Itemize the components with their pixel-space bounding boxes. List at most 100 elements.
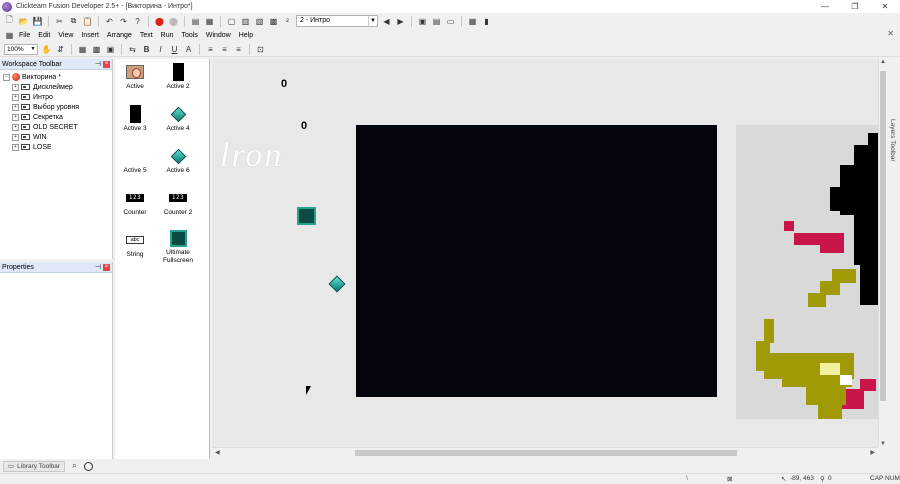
save-icon[interactable]: 💾: [32, 16, 43, 27]
menu-text[interactable]: Text: [136, 32, 157, 39]
lock-objects-icon[interactable]: ▤: [431, 16, 442, 27]
tree-root-application[interactable]: − Викторина *: [0, 72, 112, 82]
undo-icon[interactable]: ↶: [104, 16, 115, 27]
tree-frame-item[interactable]: + LOSE: [0, 142, 112, 152]
counter-2-object[interactable]: 0: [301, 120, 307, 132]
close-button[interactable]: ✕: [870, 0, 900, 13]
hand-tool-icon[interactable]: ✋: [41, 44, 52, 55]
clock-icon[interactable]: [84, 461, 94, 471]
tree-frame-item[interactable]: + Секретка: [0, 112, 112, 122]
horizontal-scroll-thumb[interactable]: [355, 450, 737, 456]
object-item[interactable]: abc String: [113, 231, 157, 259]
maximize-button[interactable]: ❐: [840, 0, 870, 13]
menu-help[interactable]: Help: [235, 32, 257, 39]
vertical-scrollbar[interactable]: ▲ ▼: [878, 59, 886, 447]
background-icon[interactable]: ▣: [105, 44, 116, 55]
copy-icon[interactable]: ⧉: [68, 16, 79, 27]
object-item[interactable]: Active 5: [113, 147, 157, 175]
grid-icon[interactable]: ▩: [268, 16, 279, 27]
document-close-button[interactable]: ✕: [887, 29, 894, 38]
frame-editor[interactable]: 0 0 lron: [212, 59, 886, 447]
menu-window[interactable]: Window: [202, 32, 235, 39]
menu-file[interactable]: File: [15, 32, 34, 39]
expand-icon[interactable]: +: [12, 113, 19, 121]
expand-icon[interactable]: +: [12, 133, 19, 141]
expand-icon[interactable]: +: [12, 143, 19, 151]
object-item[interactable]: Active 6: [156, 147, 200, 175]
object-item[interactable]: Active 4: [156, 105, 200, 133]
expand-icon[interactable]: +: [12, 123, 19, 131]
properties-icon[interactable]: ▦: [467, 16, 478, 27]
pin-icon[interactable]: ⊣: [95, 59, 101, 70]
frame-number-icon[interactable]: ²: [282, 16, 293, 27]
paste-icon[interactable]: 📋: [82, 16, 93, 27]
align-left-icon[interactable]: ≡: [205, 44, 216, 55]
collapse-icon[interactable]: −: [3, 73, 10, 81]
fit-frame-icon[interactable]: ⊡: [255, 44, 266, 55]
horizontal-scrollbar[interactable]: ◀ ▶: [212, 447, 878, 457]
pick-tool-icon[interactable]: ⇵: [55, 44, 66, 55]
pin-icon[interactable]: ⊣: [95, 262, 101, 273]
tree-frame-item[interactable]: + Интро: [0, 92, 112, 102]
next-frame-icon[interactable]: ▶: [395, 16, 406, 27]
menu-arrange[interactable]: Arrange: [103, 32, 136, 39]
object-item[interactable]: Active 2: [156, 63, 200, 91]
toolbar-options-icon[interactable]: ▮: [481, 16, 492, 27]
menu-edit[interactable]: Edit: [34, 32, 54, 39]
library-toolbar-tab[interactable]: ▭ Library Toolbar: [3, 460, 66, 472]
expand-icon[interactable]: +: [12, 93, 19, 101]
tree-frame-item[interactable]: + WIN: [0, 132, 112, 142]
expand-icon[interactable]: +: [12, 83, 19, 91]
scroll-down-icon[interactable]: ▼: [880, 441, 886, 447]
new-file-icon[interactable]: 🗋: [4, 15, 15, 27]
frame-editor-icon[interactable]: ▦: [204, 16, 215, 27]
object-item[interactable]: 123 Counter: [113, 189, 157, 217]
disabled-run-icon[interactable]: ⬤: [168, 16, 179, 27]
bold-button[interactable]: B: [141, 44, 152, 55]
logo-text-object[interactable]: lron: [220, 137, 283, 175]
align-center-icon[interactable]: ≡: [219, 44, 230, 55]
pixel-art-object[interactable]: [736, 125, 886, 419]
event-editor-icon[interactable]: ▢: [226, 16, 237, 27]
scroll-left-icon[interactable]: ◀: [215, 449, 220, 456]
cut-icon[interactable]: ✂: [54, 16, 65, 27]
window-options-icon[interactable]: ▭: [445, 16, 456, 27]
help-icon[interactable]: ?: [132, 16, 143, 27]
close-panel-icon[interactable]: ×: [103, 264, 110, 271]
object-item[interactable]: Active: [113, 63, 157, 91]
open-folder-icon[interactable]: 📂: [18, 16, 29, 27]
vertical-scroll-thumb[interactable]: [880, 71, 886, 401]
stop-icon[interactable]: ⬤: [154, 16, 165, 27]
scroll-up-icon[interactable]: ▲: [880, 59, 886, 65]
snap-grid-icon[interactable]: ▩: [91, 44, 102, 55]
search-icon[interactable]: ⌕: [69, 461, 80, 472]
arrange-icon[interactable]: ⇆: [127, 44, 138, 55]
menu-insert[interactable]: Insert: [77, 32, 103, 39]
tree-frame-item[interactable]: + Выбор уровня: [0, 102, 112, 112]
redo-icon[interactable]: ↷: [118, 16, 129, 27]
expand-icon[interactable]: +: [12, 103, 19, 111]
counter-object[interactable]: 0: [281, 78, 287, 90]
tree-frame-item[interactable]: + OLD SECRET: [0, 122, 112, 132]
menu-tools[interactable]: Tools: [178, 32, 202, 39]
scroll-right-icon[interactable]: ▶: [870, 449, 875, 456]
show-grid-icon[interactable]: ▦: [77, 44, 88, 55]
minimize-button[interactable]: —: [810, 0, 840, 13]
layers-toolbar-tab[interactable]: Layers Toolbar: [887, 59, 900, 447]
ultimate-fullscreen-object[interactable]: [297, 207, 316, 225]
object-item[interactable]: Active 3: [113, 105, 157, 133]
event-list-icon[interactable]: ▥: [240, 16, 251, 27]
menu-view[interactable]: View: [54, 32, 77, 39]
tree-frame-item[interactable]: + Дисклеймер: [0, 82, 112, 92]
black-active-object[interactable]: [356, 125, 717, 397]
previous-frame-icon[interactable]: ◀: [381, 16, 392, 27]
align-right-icon[interactable]: ≡: [233, 44, 244, 55]
storyboard-icon[interactable]: ▤: [190, 16, 201, 27]
underline-button[interactable]: U: [169, 44, 180, 55]
close-panel-icon[interactable]: ×: [103, 61, 110, 68]
font-color-icon[interactable]: A: [183, 44, 194, 55]
frame-select[interactable]: 2 - Интро ▼: [296, 15, 378, 27]
italic-button[interactable]: I: [155, 44, 166, 55]
object-item[interactable]: 123 Counter 2: [156, 189, 200, 217]
zoom-select[interactable]: 100% ▼: [4, 43, 38, 55]
